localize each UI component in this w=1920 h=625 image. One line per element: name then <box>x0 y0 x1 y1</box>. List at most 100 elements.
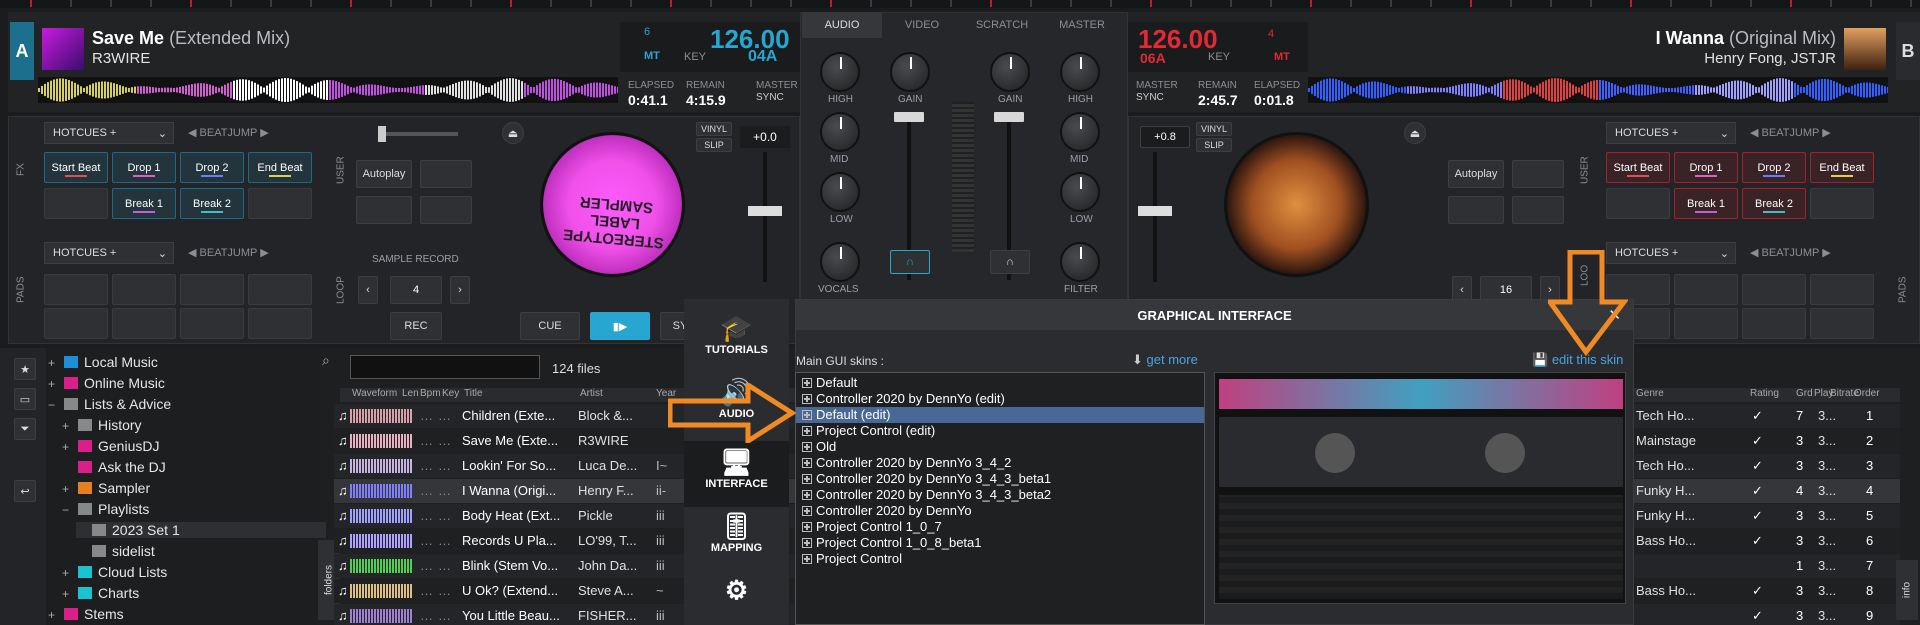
plus-box-icon[interactable] <box>802 506 812 516</box>
deck-a-user-tab[interactable]: USER <box>330 120 352 220</box>
deck-b-mt[interactable]: MT <box>1274 51 1290 63</box>
deck-b-waveform[interactable] <box>1308 77 1889 103</box>
tree-item[interactable]: − Lists & Advice <box>48 396 171 412</box>
gear-icon[interactable]: ⚙ <box>684 575 789 606</box>
deck-b-volume-fader[interactable] <box>994 112 1024 122</box>
tab-audio[interactable]: AUDIO <box>802 12 882 38</box>
plus-box-icon[interactable] <box>802 410 812 420</box>
tree-item[interactable]: + Cloud Lists <box>62 564 167 580</box>
get-more-link[interactable]: ⬇ get more <box>1132 352 1198 368</box>
skin-item[interactable]: Controller 2020 by DennYo (edit) <box>802 391 1005 407</box>
deck-b-autoplay-button[interactable]: Autoplay <box>1448 160 1504 188</box>
deck-a-hotcues-dropdown[interactable]: HOTCUES + ⌄ <box>44 122 174 144</box>
deck-b-pad-5[interactable]: Break 1 <box>1674 188 1738 219</box>
skin-item[interactable]: Default <box>802 375 857 391</box>
column-header[interactable]: Bpm <box>420 388 441 399</box>
deck-a-pad-b2[interactable] <box>112 274 176 305</box>
deck-a-pad-b3[interactable] <box>180 274 244 305</box>
plus-box-icon[interactable] <box>802 554 812 564</box>
deck-a-pad-6[interactable]: Break 2 <box>180 188 244 219</box>
sample-next-button[interactable]: › <box>450 276 470 304</box>
tree-item[interactable]: sidelist <box>76 543 155 559</box>
deck-b-pad-6[interactable]: Break 2 <box>1742 188 1806 219</box>
tree-expander[interactable]: − <box>62 503 72 517</box>
deck-a-pad-b5[interactable] <box>44 308 108 339</box>
deck-a-key[interactable]: 04A <box>748 48 777 66</box>
tree-expander[interactable]: − <box>48 398 58 412</box>
deck-a-cue-button[interactable]: CUE <box>520 312 580 340</box>
tree-expander[interactable]: + <box>62 566 72 580</box>
deck-b-user-tab[interactable]: USER <box>1574 120 1596 220</box>
deck-b-hotcues-dropdown[interactable]: HOTCUES + ⌄ <box>1606 122 1736 144</box>
tree-item[interactable]: + History <box>62 417 142 433</box>
plus-box-icon[interactable] <box>802 474 812 484</box>
plus-box-icon[interactable] <box>802 522 812 532</box>
deck-b-pad-b4[interactable] <box>1810 274 1874 305</box>
plus-box-icon[interactable] <box>802 426 812 436</box>
skin-item[interactable]: Controller 2020 by DennYo 3_4_3_beta1 <box>802 471 1051 487</box>
deck-a-pad-b1[interactable] <box>44 274 108 305</box>
column-header[interactable]: Waveform <box>352 388 397 399</box>
star-icon[interactable]: ★ <box>14 358 36 380</box>
deck-a-sync-label[interactable]: SYNC <box>756 92 784 103</box>
tree-item[interactable]: Ask the DJ <box>62 459 166 475</box>
deck-b-pad-4[interactable]: End Beat <box>1810 152 1874 183</box>
deck-a-vocals-knob[interactable] <box>820 242 860 282</box>
deck-a-mt[interactable]: MT <box>644 50 660 62</box>
deck-b-beatjump-2[interactable]: ◀ BEATJUMP ▶ <box>1750 246 1831 259</box>
deck-a-gain-knob[interactable] <box>890 52 930 92</box>
tree-item[interactable]: + Local Music <box>48 354 158 370</box>
sample-rec-button[interactable]: REC <box>390 312 442 340</box>
plus-box-icon[interactable] <box>802 490 812 500</box>
deck-b-user-button-3[interactable] <box>1448 196 1504 224</box>
tree-item[interactable]: + Online Music <box>48 375 165 391</box>
deck-a-user-button-2[interactable] <box>420 160 472 188</box>
column-header[interactable]: Artist <box>580 388 603 399</box>
deck-a-loop-tab[interactable]: LOOP <box>330 240 352 340</box>
deck-b-pad-b3[interactable] <box>1742 274 1806 305</box>
deck-b-low-knob[interactable] <box>1060 172 1100 212</box>
deck-b-slip-button[interactable]: SLIP <box>1196 138 1232 152</box>
skin-item[interactable]: Project Control 1_0_8_beta1 <box>802 535 982 551</box>
tree-item[interactable]: + GeniusDJ <box>62 438 159 454</box>
deck-b-filter-knob[interactable] <box>1060 242 1100 282</box>
deck-a-user-button-3[interactable] <box>356 196 412 224</box>
tree-item[interactable]: + Sampler <box>62 480 150 496</box>
tree-item[interactable]: − Playlists <box>62 501 149 517</box>
deck-a-slip-button[interactable]: SLIP <box>696 138 732 152</box>
plus-box-icon[interactable] <box>802 538 812 548</box>
deck-a-pad-2[interactable]: Drop 1 <box>112 152 176 183</box>
deck-b-pad-3[interactable]: Drop 2 <box>1742 152 1806 183</box>
info-tab[interactable]: info <box>1896 560 1918 620</box>
deck-a-autoplay-button[interactable]: Autoplay <box>356 160 412 188</box>
tree-expander[interactable]: + <box>48 608 58 622</box>
column-header[interactable]: Key <box>442 388 459 399</box>
deck-b-high-knob[interactable] <box>1060 52 1100 92</box>
deck-b-pad-2[interactable]: Drop 1 <box>1674 152 1738 183</box>
deck-b-user-button-2[interactable] <box>1512 160 1564 188</box>
deck-b-headphone-button[interactable]: ∩ <box>990 250 1030 274</box>
sample-value[interactable]: 4 <box>390 276 442 304</box>
column-header[interactable]: Order <box>1854 388 1880 399</box>
deck-b-mid-knob[interactable] <box>1060 112 1100 152</box>
deck-a-pad-4[interactable]: End Beat <box>248 152 312 183</box>
deck-a-beatjump[interactable]: ◀ BEATJUMP ▶ <box>188 126 269 139</box>
deck-a-fx-tab[interactable]: FX <box>10 120 32 220</box>
tree-item[interactable]: + Charts <box>62 585 139 601</box>
deck-a-pad-b4[interactable] <box>248 274 312 305</box>
column-header[interactable]: Rating <box>1750 388 1779 399</box>
tree-expander[interactable]: + <box>62 482 72 496</box>
column-header[interactable]: Grd <box>1796 388 1813 399</box>
deck-a-pad-empty-1[interactable] <box>44 188 108 219</box>
deck-a-letter[interactable]: A <box>10 22 34 80</box>
deck-a-pad-b6[interactable] <box>112 308 176 339</box>
deck-b-eject-button[interactable]: ⏏ <box>1404 122 1426 144</box>
deck-a-hotcues-dropdown-2[interactable]: HOTCUES + ⌄ <box>44 242 174 264</box>
nav-tutorials[interactable]: 🎓 TUTORIALS <box>684 313 789 356</box>
tree-item[interactable]: + Stems <box>48 606 124 622</box>
tree-expander[interactable]: + <box>48 377 58 391</box>
deck-b-beatjump[interactable]: ◀ BEATJUMP ▶ <box>1750 126 1831 139</box>
deck-a-play-button[interactable]: ▮▶ <box>590 312 650 340</box>
deck-a-pad-b8[interactable] <box>248 308 312 339</box>
tab-master[interactable]: MASTER <box>1042 12 1122 38</box>
